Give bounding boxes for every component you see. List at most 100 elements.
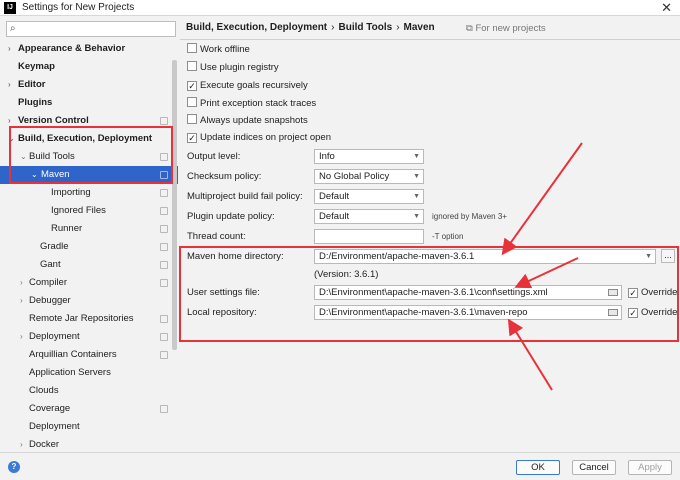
tree-item-plugins[interactable]: Plugins [0,94,178,112]
plugin-update-policy-label: Plugin update policy: [187,211,275,222]
tree-item-keymap[interactable]: Keymap [0,58,178,76]
tree-item-arquillian-containers[interactable]: Arquillian Containers [0,346,178,364]
output-level-select[interactable]: Info ▼ [314,149,424,164]
maven-settings-panel: Build, Execution, Deployment › Build Tools… [180,16,680,452]
chevron-right-icon[interactable]: › [20,328,23,346]
plugin-update-hint: ignored by Maven 3+ [432,212,507,221]
tree-item-deployment-2[interactable]: Deployment [0,418,178,436]
dialog-footer: ? OK Cancel Apply [0,452,680,480]
chevron-right-icon[interactable]: › [8,76,11,94]
tree-item-label: Gradle [40,241,69,252]
ok-button[interactable]: OK [516,460,560,475]
tree-item-ignored-files[interactable]: Ignored Files [0,202,178,220]
tree-item-label: Remote Jar Repositories [29,313,134,324]
apply-button[interactable]: Apply [628,460,672,475]
tree-item-application-servers[interactable]: Application Servers [0,364,178,382]
multiproject-fail-policy-select[interactable]: Default ▼ [314,189,424,204]
breadcrumb-item: Maven [403,22,435,33]
tree-item-label: Runner [51,223,83,234]
project-settings-icon [160,279,168,287]
chevron-right-icon[interactable]: › [8,40,11,58]
plugin-update-policy-select[interactable]: Default ▼ [314,209,424,224]
tree-item-debugger[interactable]: › Debugger [0,292,178,310]
tree-item-label: Deployment [29,421,80,432]
tree-item-label: Plugins [18,97,53,108]
tree-item-label: Importing [51,187,91,198]
cancel-button[interactable]: Cancel [572,460,616,475]
tree-item-runner[interactable]: Runner [0,220,178,238]
tree-item-deployment[interactable]: › Deployment [0,328,178,346]
tree-item-coverage[interactable]: Coverage [0,400,178,418]
project-settings-icon [160,405,168,413]
select-value: Default [319,191,350,202]
tree-item-label: Coverage [29,403,71,414]
tree-item-label: Appearance & Behavior [18,43,126,54]
checkmark-icon[interactable]: ✓ [187,133,197,143]
chevron-down-icon: ▼ [413,173,420,180]
checksum-policy-select[interactable]: No Global Policy ▼ [314,169,424,184]
sidebar-scrollbar[interactable] [172,60,177,350]
tree-item-clouds[interactable]: Clouds [0,382,178,400]
title-bar: IJ Settings for New Projects ✕ [0,0,680,16]
project-settings-icon [160,315,168,323]
always-update-snapshots-checkbox[interactable]: Always update snapshots [187,113,308,129]
checkbox-label: Always update snapshots [200,115,308,126]
project-settings-icon [160,333,168,341]
highlight-box-maven-paths [179,246,679,342]
chevron-down-icon: ▼ [413,193,420,200]
tree-item-label: Compiler [29,277,68,288]
header-divider [180,39,680,40]
tree-item-gradle[interactable]: Gradle [0,238,178,256]
execute-goals-recursively-checkbox[interactable]: ✓ Execute goals recursively [187,78,308,94]
multiproject-fail-policy-label: Multiproject build fail policy: [187,191,303,202]
tree-item-label: Clouds [29,385,59,396]
tree-item-editor[interactable]: › Editor [0,76,178,94]
tree-item-label: Arquillian Containers [29,349,117,360]
thread-count-hint: -T option [432,232,464,241]
tree-item-gant[interactable]: Gant [0,256,178,274]
chevron-down-icon: ▼ [413,153,420,160]
checkbox-box[interactable] [187,43,197,53]
select-value: No Global Policy [319,171,390,182]
settings-sidebar: ⌕ › Appearance & Behavior Keymap › Edito… [0,16,178,452]
project-settings-icon [160,351,168,359]
tree-item-appearance[interactable]: › Appearance & Behavior [0,40,178,58]
for-new-projects-note: ⧉ For new projects [466,23,546,34]
tree-item-label: Application Servers [29,367,111,378]
tree-item-label: Debugger [29,295,71,306]
tree-item-label: Deployment [29,331,80,342]
chevron-down-icon: ▼ [413,213,420,220]
checkbox-box[interactable] [187,114,197,124]
tree-item-label: Gant [40,259,61,270]
search-field[interactable]: ⌕ [6,21,176,37]
update-indices-checkbox[interactable]: ✓ Update indices on project open [187,130,331,146]
breadcrumb-item: Build Tools [338,22,393,33]
tree-item-remote-jar-repositories[interactable]: Remote Jar Repositories [0,310,178,328]
work-offline-checkbox[interactable]: Work offline [187,42,250,58]
checkbox-label: Execute goals recursively [200,80,308,91]
for-new-projects-label: For new projects [475,23,546,34]
checksum-policy-label: Checksum policy: [187,171,262,182]
project-settings-icon [160,117,168,125]
checkbox-box[interactable] [187,61,197,71]
chevron-right-icon[interactable]: › [20,274,23,292]
checkmark-icon[interactable]: ✓ [187,81,197,91]
use-plugin-registry-checkbox[interactable]: Use plugin registry [187,60,279,76]
print-exception-stack-traces-checkbox[interactable]: Print exception stack traces [187,96,316,112]
tree-item-label: Editor [18,79,46,90]
project-settings-icon [160,261,168,269]
select-value: Info [319,151,335,162]
chevron-right-icon[interactable]: › [20,292,23,310]
tree-item-importing[interactable]: Importing [0,184,178,202]
breadcrumb-separator: › [331,22,335,33]
tree-item-compiler[interactable]: › Compiler [0,274,178,292]
checkbox-box[interactable] [187,97,197,107]
output-level-label: Output level: [187,151,241,162]
close-icon[interactable]: ✕ [661,0,672,16]
thread-count-label: Thread count: [187,231,246,242]
thread-count-input[interactable] [314,229,424,244]
help-icon[interactable]: ? [8,461,20,473]
project-settings-icon [160,207,168,215]
checkbox-label: Use plugin registry [200,62,279,73]
search-input[interactable] [23,23,173,35]
